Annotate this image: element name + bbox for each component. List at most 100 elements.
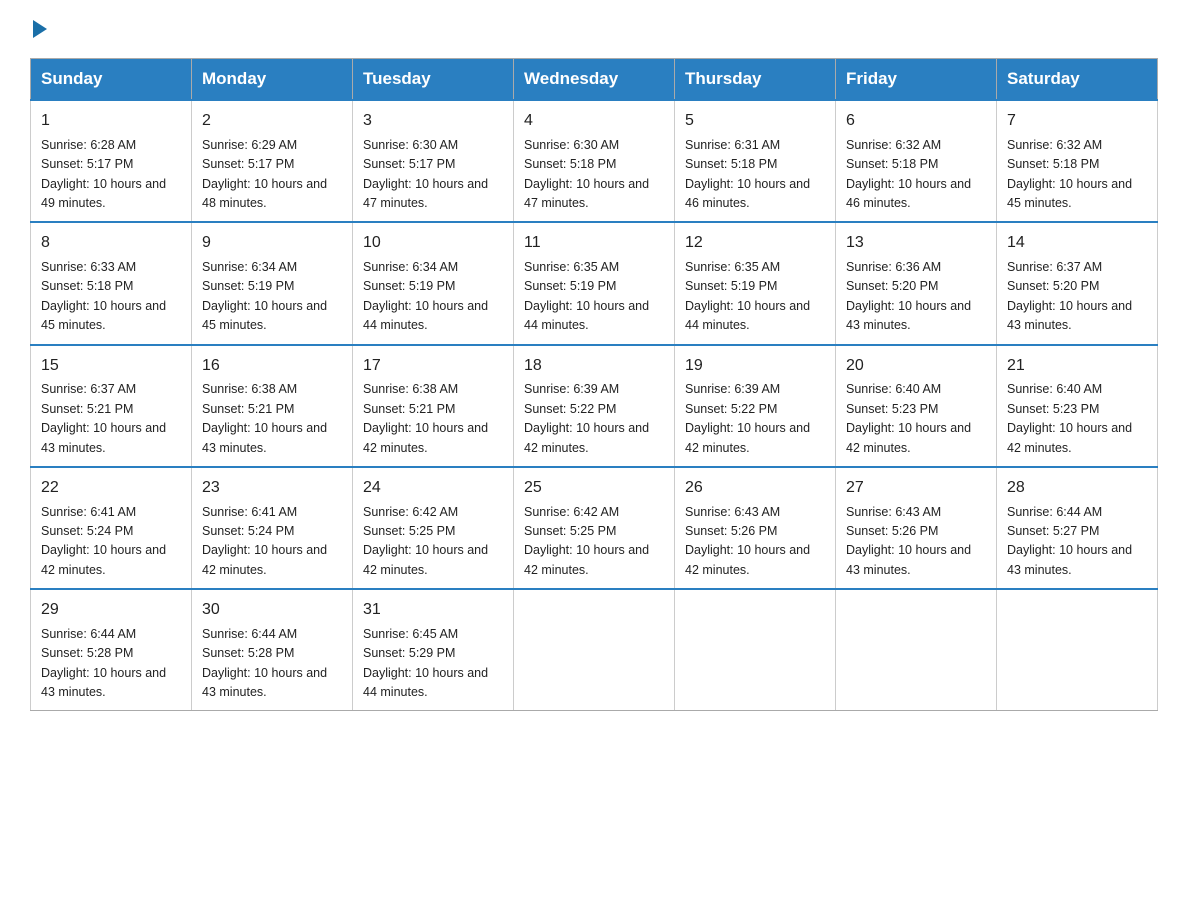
calendar-cell: 4 Sunrise: 6:30 AMSunset: 5:18 PMDayligh… bbox=[514, 100, 675, 222]
day-number: 9 bbox=[202, 231, 342, 256]
day-number: 6 bbox=[846, 109, 986, 134]
day-info: Sunrise: 6:36 AMSunset: 5:20 PMDaylight:… bbox=[846, 260, 971, 332]
day-info: Sunrise: 6:34 AMSunset: 5:19 PMDaylight:… bbox=[202, 260, 327, 332]
day-number: 10 bbox=[363, 231, 503, 256]
calendar-cell: 2 Sunrise: 6:29 AMSunset: 5:17 PMDayligh… bbox=[192, 100, 353, 222]
day-info: Sunrise: 6:35 AMSunset: 5:19 PMDaylight:… bbox=[685, 260, 810, 332]
day-info: Sunrise: 6:34 AMSunset: 5:19 PMDaylight:… bbox=[363, 260, 488, 332]
day-number: 4 bbox=[524, 109, 664, 134]
calendar-cell bbox=[836, 589, 997, 711]
calendar-cell: 18 Sunrise: 6:39 AMSunset: 5:22 PMDaylig… bbox=[514, 345, 675, 467]
day-number: 7 bbox=[1007, 109, 1147, 134]
day-info: Sunrise: 6:44 AMSunset: 5:28 PMDaylight:… bbox=[202, 627, 327, 699]
day-number: 17 bbox=[363, 354, 503, 379]
calendar-header-friday: Friday bbox=[836, 59, 997, 101]
day-info: Sunrise: 6:43 AMSunset: 5:26 PMDaylight:… bbox=[685, 505, 810, 577]
calendar-cell: 24 Sunrise: 6:42 AMSunset: 5:25 PMDaylig… bbox=[353, 467, 514, 589]
logo bbox=[30, 20, 49, 38]
calendar-cell bbox=[675, 589, 836, 711]
calendar-cell: 26 Sunrise: 6:43 AMSunset: 5:26 PMDaylig… bbox=[675, 467, 836, 589]
day-info: Sunrise: 6:44 AMSunset: 5:27 PMDaylight:… bbox=[1007, 505, 1132, 577]
calendar-cell bbox=[514, 589, 675, 711]
day-info: Sunrise: 6:37 AMSunset: 5:21 PMDaylight:… bbox=[41, 382, 166, 454]
day-number: 5 bbox=[685, 109, 825, 134]
day-number: 19 bbox=[685, 354, 825, 379]
day-info: Sunrise: 6:40 AMSunset: 5:23 PMDaylight:… bbox=[1007, 382, 1132, 454]
day-info: Sunrise: 6:29 AMSunset: 5:17 PMDaylight:… bbox=[202, 138, 327, 210]
calendar-cell: 31 Sunrise: 6:45 AMSunset: 5:29 PMDaylig… bbox=[353, 589, 514, 711]
calendar-cell: 5 Sunrise: 6:31 AMSunset: 5:18 PMDayligh… bbox=[675, 100, 836, 222]
day-info: Sunrise: 6:39 AMSunset: 5:22 PMDaylight:… bbox=[524, 382, 649, 454]
day-info: Sunrise: 6:35 AMSunset: 5:19 PMDaylight:… bbox=[524, 260, 649, 332]
calendar-cell: 11 Sunrise: 6:35 AMSunset: 5:19 PMDaylig… bbox=[514, 222, 675, 344]
calendar-cell: 25 Sunrise: 6:42 AMSunset: 5:25 PMDaylig… bbox=[514, 467, 675, 589]
calendar-week-row: 29 Sunrise: 6:44 AMSunset: 5:28 PMDaylig… bbox=[31, 589, 1158, 711]
calendar-week-row: 15 Sunrise: 6:37 AMSunset: 5:21 PMDaylig… bbox=[31, 345, 1158, 467]
page-header bbox=[30, 20, 1158, 38]
calendar-cell bbox=[997, 589, 1158, 711]
day-info: Sunrise: 6:38 AMSunset: 5:21 PMDaylight:… bbox=[202, 382, 327, 454]
day-number: 18 bbox=[524, 354, 664, 379]
day-info: Sunrise: 6:44 AMSunset: 5:28 PMDaylight:… bbox=[41, 627, 166, 699]
calendar-cell: 10 Sunrise: 6:34 AMSunset: 5:19 PMDaylig… bbox=[353, 222, 514, 344]
day-number: 14 bbox=[1007, 231, 1147, 256]
calendar-cell: 20 Sunrise: 6:40 AMSunset: 5:23 PMDaylig… bbox=[836, 345, 997, 467]
calendar-week-row: 8 Sunrise: 6:33 AMSunset: 5:18 PMDayligh… bbox=[31, 222, 1158, 344]
day-number: 27 bbox=[846, 476, 986, 501]
day-number: 31 bbox=[363, 598, 503, 623]
day-number: 3 bbox=[363, 109, 503, 134]
day-info: Sunrise: 6:39 AMSunset: 5:22 PMDaylight:… bbox=[685, 382, 810, 454]
calendar-cell: 29 Sunrise: 6:44 AMSunset: 5:28 PMDaylig… bbox=[31, 589, 192, 711]
calendar-cell: 23 Sunrise: 6:41 AMSunset: 5:24 PMDaylig… bbox=[192, 467, 353, 589]
day-number: 26 bbox=[685, 476, 825, 501]
day-info: Sunrise: 6:38 AMSunset: 5:21 PMDaylight:… bbox=[363, 382, 488, 454]
calendar-header-saturday: Saturday bbox=[997, 59, 1158, 101]
calendar-cell: 27 Sunrise: 6:43 AMSunset: 5:26 PMDaylig… bbox=[836, 467, 997, 589]
day-info: Sunrise: 6:37 AMSunset: 5:20 PMDaylight:… bbox=[1007, 260, 1132, 332]
day-info: Sunrise: 6:31 AMSunset: 5:18 PMDaylight:… bbox=[685, 138, 810, 210]
calendar-table: SundayMondayTuesdayWednesdayThursdayFrid… bbox=[30, 58, 1158, 711]
day-info: Sunrise: 6:42 AMSunset: 5:25 PMDaylight:… bbox=[524, 505, 649, 577]
calendar-cell: 8 Sunrise: 6:33 AMSunset: 5:18 PMDayligh… bbox=[31, 222, 192, 344]
calendar-header-tuesday: Tuesday bbox=[353, 59, 514, 101]
day-info: Sunrise: 6:43 AMSunset: 5:26 PMDaylight:… bbox=[846, 505, 971, 577]
calendar-cell: 6 Sunrise: 6:32 AMSunset: 5:18 PMDayligh… bbox=[836, 100, 997, 222]
day-number: 21 bbox=[1007, 354, 1147, 379]
day-info: Sunrise: 6:32 AMSunset: 5:18 PMDaylight:… bbox=[1007, 138, 1132, 210]
day-info: Sunrise: 6:42 AMSunset: 5:25 PMDaylight:… bbox=[363, 505, 488, 577]
calendar-header-thursday: Thursday bbox=[675, 59, 836, 101]
calendar-cell: 7 Sunrise: 6:32 AMSunset: 5:18 PMDayligh… bbox=[997, 100, 1158, 222]
calendar-cell: 16 Sunrise: 6:38 AMSunset: 5:21 PMDaylig… bbox=[192, 345, 353, 467]
calendar-header-monday: Monday bbox=[192, 59, 353, 101]
day-number: 23 bbox=[202, 476, 342, 501]
calendar-cell: 3 Sunrise: 6:30 AMSunset: 5:17 PMDayligh… bbox=[353, 100, 514, 222]
day-number: 22 bbox=[41, 476, 181, 501]
calendar-cell: 30 Sunrise: 6:44 AMSunset: 5:28 PMDaylig… bbox=[192, 589, 353, 711]
logo-triangle-icon bbox=[33, 20, 47, 38]
day-number: 15 bbox=[41, 354, 181, 379]
calendar-header-wednesday: Wednesday bbox=[514, 59, 675, 101]
day-number: 2 bbox=[202, 109, 342, 134]
day-number: 20 bbox=[846, 354, 986, 379]
day-info: Sunrise: 6:45 AMSunset: 5:29 PMDaylight:… bbox=[363, 627, 488, 699]
day-number: 11 bbox=[524, 231, 664, 256]
calendar-cell: 17 Sunrise: 6:38 AMSunset: 5:21 PMDaylig… bbox=[353, 345, 514, 467]
day-info: Sunrise: 6:32 AMSunset: 5:18 PMDaylight:… bbox=[846, 138, 971, 210]
day-number: 25 bbox=[524, 476, 664, 501]
calendar-cell: 21 Sunrise: 6:40 AMSunset: 5:23 PMDaylig… bbox=[997, 345, 1158, 467]
calendar-week-row: 1 Sunrise: 6:28 AMSunset: 5:17 PMDayligh… bbox=[31, 100, 1158, 222]
day-info: Sunrise: 6:41 AMSunset: 5:24 PMDaylight:… bbox=[202, 505, 327, 577]
day-number: 28 bbox=[1007, 476, 1147, 501]
day-info: Sunrise: 6:30 AMSunset: 5:18 PMDaylight:… bbox=[524, 138, 649, 210]
day-number: 30 bbox=[202, 598, 342, 623]
calendar-header-sunday: Sunday bbox=[31, 59, 192, 101]
day-info: Sunrise: 6:33 AMSunset: 5:18 PMDaylight:… bbox=[41, 260, 166, 332]
calendar-cell: 13 Sunrise: 6:36 AMSunset: 5:20 PMDaylig… bbox=[836, 222, 997, 344]
day-number: 12 bbox=[685, 231, 825, 256]
calendar-cell: 9 Sunrise: 6:34 AMSunset: 5:19 PMDayligh… bbox=[192, 222, 353, 344]
day-number: 13 bbox=[846, 231, 986, 256]
calendar-cell: 15 Sunrise: 6:37 AMSunset: 5:21 PMDaylig… bbox=[31, 345, 192, 467]
day-info: Sunrise: 6:41 AMSunset: 5:24 PMDaylight:… bbox=[41, 505, 166, 577]
calendar-header-row: SundayMondayTuesdayWednesdayThursdayFrid… bbox=[31, 59, 1158, 101]
calendar-cell: 28 Sunrise: 6:44 AMSunset: 5:27 PMDaylig… bbox=[997, 467, 1158, 589]
